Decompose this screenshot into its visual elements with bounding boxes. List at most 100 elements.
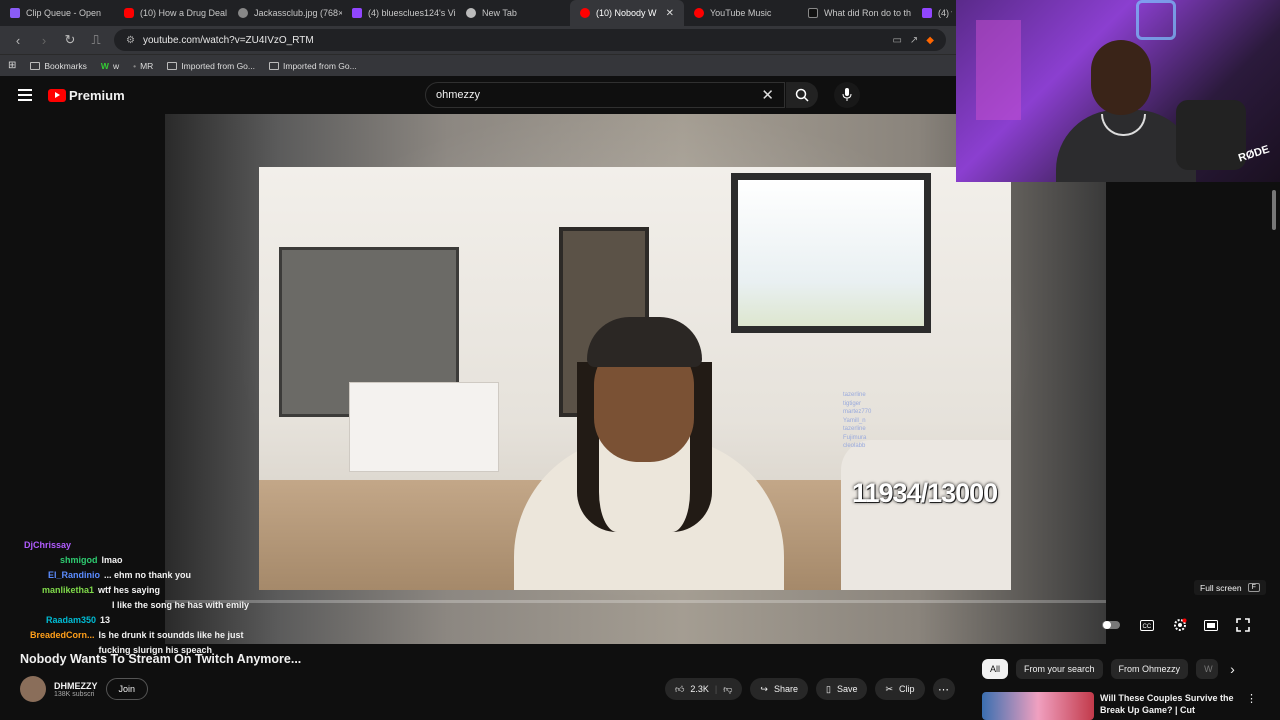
recommended-video[interactable]: Will These Couples Survive the Break Up …	[982, 692, 1257, 720]
url-field[interactable]: ⚙ youtube.com/watch?v=ZU4IVzO_RTM ▭ ↗ ◆	[114, 29, 946, 51]
video-scene-sofa	[841, 440, 1011, 590]
overlay-chat-line: martez770	[843, 409, 872, 415]
search-button[interactable]	[786, 82, 818, 108]
more-actions-button[interactable]: ⋯	[932, 678, 955, 700]
chat-username: El_Randinio	[48, 570, 101, 580]
webcam-overlay: RØDE	[956, 0, 1280, 182]
microphone-icon	[842, 88, 852, 101]
fullscreen-button[interactable]	[1233, 615, 1253, 635]
clear-search-icon[interactable]: ✕	[761, 86, 774, 104]
channel-avatar[interactable]	[20, 676, 46, 702]
browser-tab[interactable]: (4) w	[912, 0, 952, 26]
tab-title: (10) How a Drug Deal	[140, 8, 228, 18]
video-progress-bar[interactable]	[165, 600, 1106, 603]
fullscreen-icon	[1236, 618, 1250, 632]
chat-text: lmao	[101, 555, 123, 565]
bookmark-label: Imported from Go...	[181, 60, 255, 71]
recommendation-filter-chips: All From your search From Ohmezzy W ›	[982, 659, 1235, 679]
tooltip-shortcut: F	[1247, 583, 1260, 592]
kebab-menu-icon[interactable]: ⋮	[1246, 692, 1257, 720]
twitch-chat-overlay: DjChrissay shmigod lmao El_Randinio... eh…	[0, 538, 249, 658]
join-button[interactable]: Join	[105, 678, 149, 700]
bookmark-item[interactable]: Ww	[101, 61, 119, 71]
video-scene-counter	[349, 382, 499, 472]
like-button[interactable]: 👍︎ 2.3K	[675, 684, 709, 695]
autoplay-toggle[interactable]	[1101, 615, 1121, 635]
clip-queue-icon	[10, 8, 20, 18]
cast-icon[interactable]: ▭	[892, 35, 901, 46]
tab-title: (10) Nobody W	[596, 8, 657, 18]
sub-goal-counter: 11934/13000	[852, 478, 998, 508]
browser-tab[interactable]: Jackassclub.jpg (768×	[228, 0, 342, 26]
overlay-chat-line: Yamill_n	[843, 417, 866, 424]
back-icon[interactable]: ‹	[10, 33, 26, 48]
browser-tab-active[interactable]: (10) Nobody W ✕	[570, 0, 684, 26]
tab-title: Jackassclub.jpg (768×	[254, 8, 342, 18]
bookmark-item[interactable]: Imported from Go...	[167, 61, 255, 71]
channel-name[interactable]: DHMEZZY	[54, 681, 98, 691]
bookmark-item[interactable]: Bookmarks	[30, 61, 87, 71]
apps-grid-icon[interactable]: ⊞	[8, 60, 16, 71]
tab-title: YouTube Music	[710, 8, 772, 18]
tab-title: Clip Queue - Open	[26, 8, 102, 18]
video-player[interactable]: tazerline tigtiger martez770 Yamill_n ta…	[165, 114, 1106, 644]
forward-icon[interactable]: ›	[36, 33, 52, 48]
browser-tab[interactable]: (4) bluesclues124's Vid	[342, 0, 456, 26]
bookmark-label: w	[112, 60, 120, 71]
save-button[interactable]: ▯ Save	[815, 678, 868, 700]
like-dislike-group: 👍︎ 2.3K | 👎︎	[665, 678, 743, 700]
chip-watched[interactable]: W	[1196, 659, 1219, 679]
twitch-icon	[922, 8, 932, 18]
more-icon: ⋯	[938, 683, 950, 696]
chip-all[interactable]: All	[982, 659, 1009, 679]
captions-button[interactable]: CC	[1137, 615, 1157, 635]
thumbs-up-icon: 👍︎	[675, 683, 685, 694]
browser-tab[interactable]: (10) How a Drug Deal	[114, 0, 228, 26]
logo-text: Premium	[69, 87, 125, 103]
dislike-button[interactable]: 👎︎	[723, 684, 732, 695]
overlay-chat-line: tazerline	[843, 426, 866, 432]
scissors-icon: ✂	[885, 683, 893, 694]
browser-tab[interactable]: What did Ron do to th	[798, 0, 912, 26]
hamburger-menu-icon[interactable]	[18, 89, 32, 101]
overlay-chat-line: tigtiger	[843, 400, 862, 407]
bookmark-icon[interactable]: ⎍	[88, 32, 104, 48]
close-tab-icon[interactable]: ✕	[666, 8, 674, 19]
video-frame: tazerline tigtiger martez770 Yamill_n ta…	[259, 167, 1011, 590]
w-icon: W	[100, 60, 109, 71]
chip-from-your-search[interactable]: From your search	[1016, 659, 1103, 679]
youtube-logo[interactable]: Premium	[48, 88, 125, 103]
share-button[interactable]: ↪ Share	[750, 678, 808, 700]
reload-icon[interactable]: ↻	[62, 32, 78, 48]
chip-from-channel[interactable]: From Ohmezzy	[1110, 659, 1189, 679]
search-input[interactable]: ohmezzy ✕	[425, 82, 785, 108]
theater-mode-button[interactable]	[1201, 615, 1221, 635]
folder-icon	[30, 61, 41, 70]
share-icon[interactable]: ↗	[910, 35, 918, 46]
browser-tab[interactable]: New Tab	[456, 0, 570, 26]
bookmark-item[interactable]: • MR	[133, 61, 153, 71]
settings-button[interactable]	[1170, 615, 1190, 635]
address-bar: ‹ › ↻ ⎍ ⚙ youtube.com/watch?v=ZU4IVzO_RT…	[0, 26, 956, 54]
youtube-music-icon	[694, 8, 704, 18]
site-info-icon[interactable]: ⚙	[126, 35, 135, 46]
share-icon: ↪	[760, 683, 768, 694]
page-scrollbar[interactable]	[1272, 190, 1276, 230]
video-actions: 👍︎ 2.3K | 👎︎ ↪ Share ▯ Save ✂ Clip ⋯	[665, 678, 955, 700]
chevron-right-icon[interactable]: ›	[1230, 661, 1235, 677]
video-streamer	[489, 307, 799, 590]
chat-message: shmigod lmao	[0, 553, 249, 568]
bookmark-item[interactable]: Imported from Go...	[269, 61, 357, 71]
chat-username: manliketha1	[42, 585, 95, 595]
dot-icon: •	[133, 60, 137, 71]
brave-shield-icon[interactable]: ◆	[926, 35, 934, 46]
webcam-streamer	[1056, 40, 1196, 182]
clip-button[interactable]: ✂ Clip	[875, 678, 925, 700]
channel-info: DHMEZZY 138K subscri	[54, 681, 98, 698]
recommended-thumbnail[interactable]	[982, 692, 1094, 720]
voice-search-button[interactable]	[834, 82, 860, 108]
captions-icon: CC	[1140, 619, 1154, 631]
browser-tab[interactable]: Clip Queue - Open	[0, 0, 114, 26]
browser-tab[interactable]: YouTube Music	[684, 0, 798, 26]
recommended-title[interactable]: Will These Couples Survive the Break Up …	[1100, 692, 1240, 720]
